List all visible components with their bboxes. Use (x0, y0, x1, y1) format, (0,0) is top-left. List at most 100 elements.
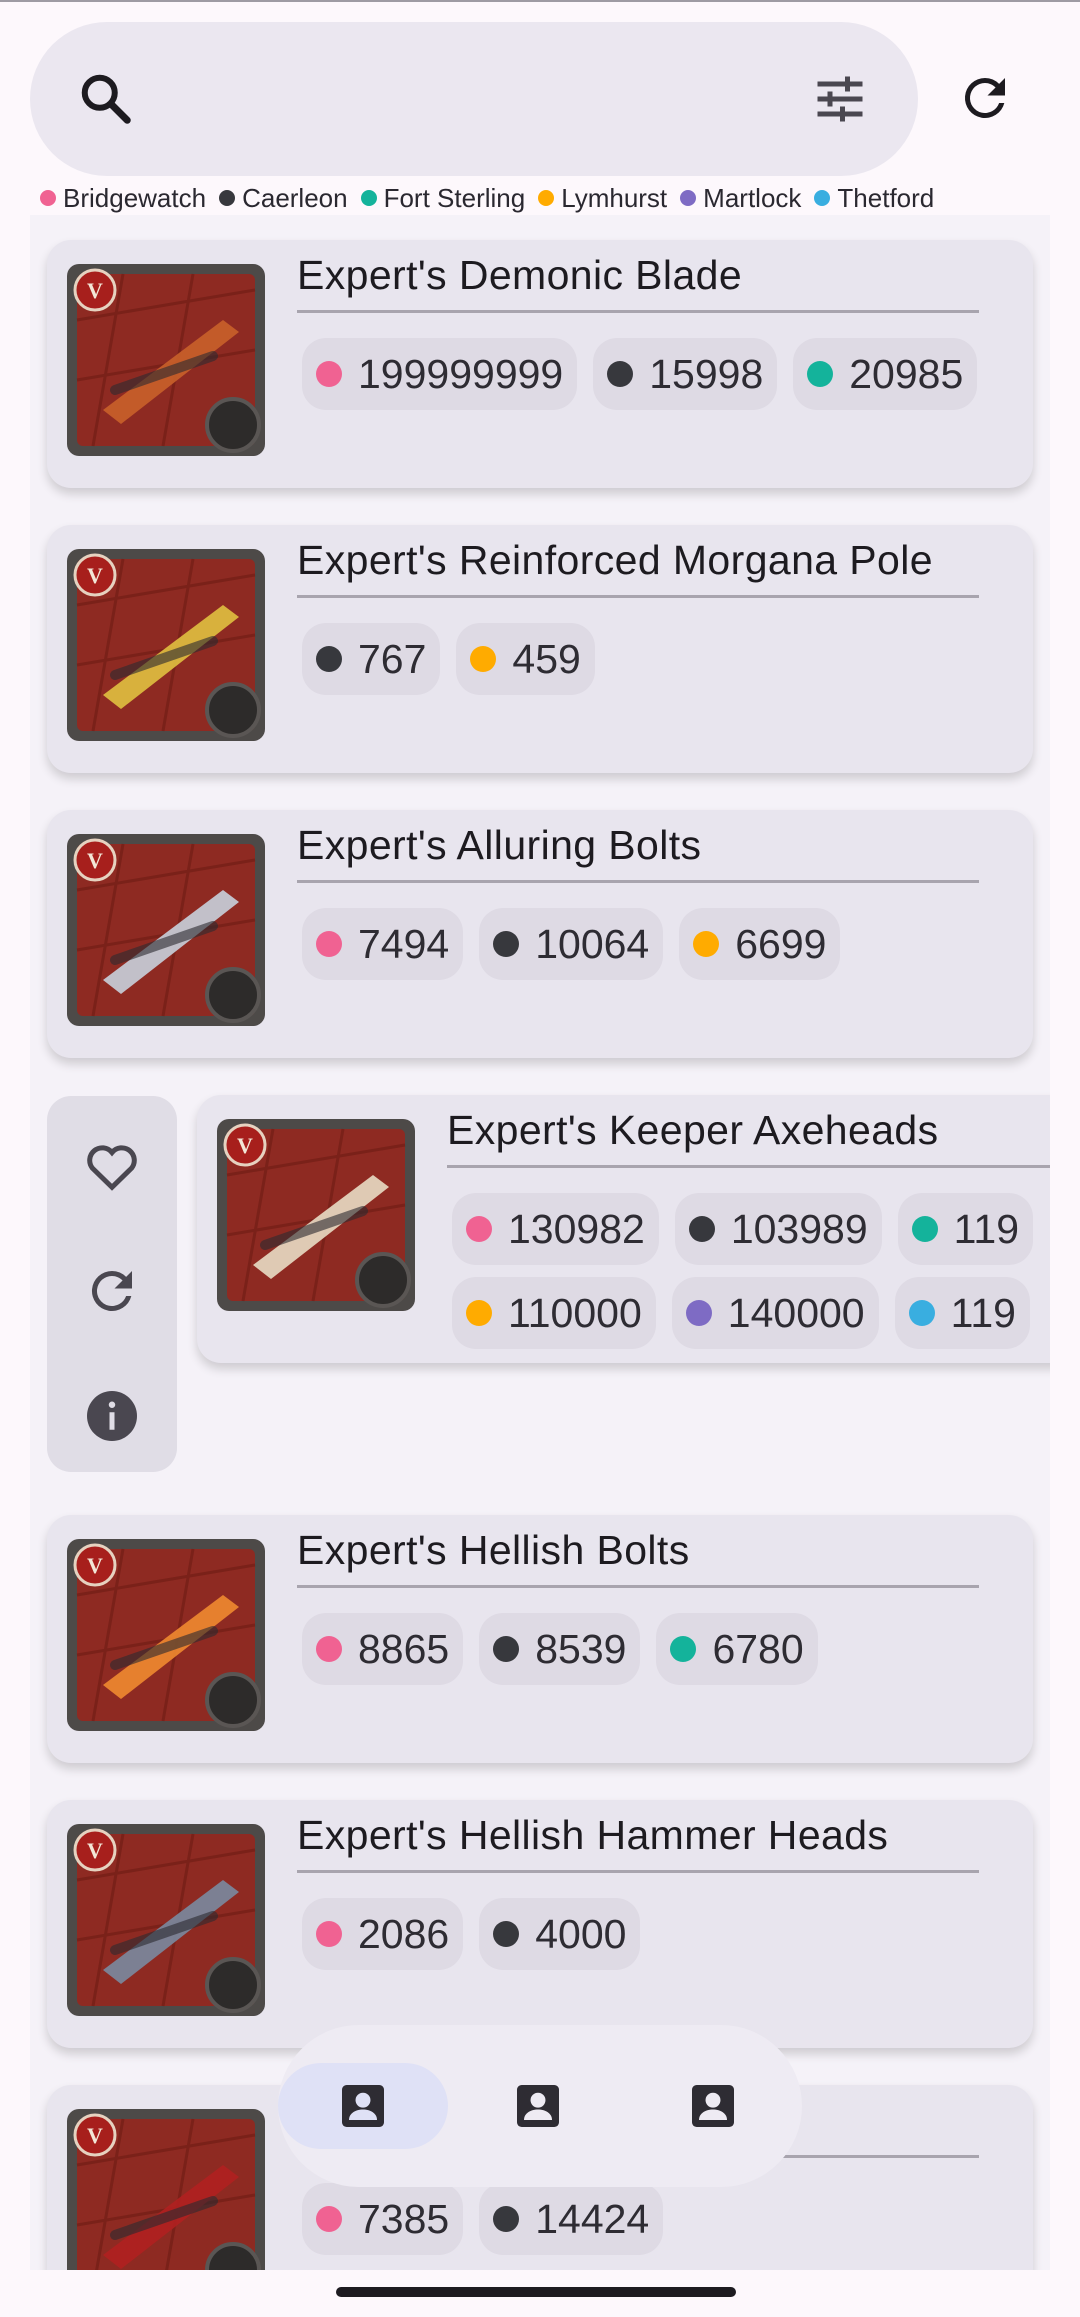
info-icon[interactable] (82, 1386, 142, 1446)
price-value: 2086 (358, 1910, 450, 1957)
city-color-dot (688, 1216, 715, 1242)
city-color-dot (670, 1636, 697, 1662)
nav-tab-3[interactable] (628, 2063, 798, 2149)
legend-item: Bridgewatch (40, 183, 206, 214)
city-color-dot (316, 1921, 342, 1947)
price-chip: 20985 (793, 338, 978, 410)
legend-item: Thetford (814, 183, 934, 214)
price-chip: 6780 (656, 1613, 818, 1685)
divider (297, 310, 979, 313)
heart-outline-icon[interactable] (82, 1136, 142, 1196)
item-thumbnail: V (63, 2105, 269, 2270)
price-value: 7385 (358, 2195, 450, 2242)
legend-city-label: Lymhurst (561, 182, 668, 213)
legend-item: Lymhurst (538, 183, 667, 214)
price-value: 4000 (535, 1910, 627, 1957)
nav-tab-2[interactable] (453, 2063, 623, 2149)
price-chip: 2086 (302, 1898, 464, 1970)
price-value: 119 (953, 1205, 1020, 1252)
price-value: 14424 (535, 2195, 650, 2242)
item-card[interactable]: V Expert's Demonic Blade 199999999 15998 209… (47, 240, 1033, 488)
item-card[interactable]: V Expert's Hellish Hammer Heads 2086 4000 (47, 1800, 1033, 2048)
price-value: 10064 (535, 920, 650, 967)
price-chips: 767 459 (302, 623, 611, 695)
price-chip: 14424 (479, 2183, 664, 2255)
svg-text:V: V (87, 563, 103, 588)
price-value: 103989 (730, 1205, 868, 1252)
svg-text:V: V (87, 2123, 103, 2148)
city-color-dot (466, 1300, 492, 1326)
price-chip: 8865 (302, 1613, 464, 1685)
legend-city-label: Thetford (837, 182, 935, 213)
city-color-dot (814, 190, 831, 206)
price-chips: 7494 10064 6699 (302, 908, 856, 980)
price-value: 20985 (849, 350, 964, 397)
price-chip: 7494 (302, 908, 464, 980)
divider (297, 1585, 979, 1588)
divider (297, 595, 979, 598)
legend-item: Fort Sterling (360, 182, 526, 214)
price-value: 459 (512, 635, 581, 682)
city-color-dot (316, 646, 342, 672)
search-icon[interactable] (76, 69, 136, 129)
divider (447, 1165, 1050, 1168)
item-name: Expert's Alluring Bolts (297, 822, 702, 868)
home-indicator[interactable] (336, 2287, 736, 2297)
price-value: 130982 (508, 1205, 645, 1252)
city-color-dot (360, 190, 377, 206)
city-color-dot (493, 2206, 520, 2232)
divider (297, 880, 979, 883)
price-value: 6699 (735, 920, 827, 967)
item-card[interactable]: V Expert's Reinforced Morgana Pole 767 459 (47, 525, 1033, 773)
svg-text:V: V (87, 1553, 103, 1578)
refresh-icon[interactable] (955, 68, 1015, 128)
account-box-icon (517, 2085, 559, 2127)
city-color-dot (685, 1300, 712, 1326)
city-color-dot (466, 1216, 492, 1242)
item-list[interactable]: V Expert's Demonic Blade 199999999 15998 209… (30, 215, 1050, 2270)
city-color-dot (493, 1921, 520, 1947)
legend-city-label: Martlock (703, 182, 802, 213)
city-color-dot (470, 646, 497, 672)
tune-icon[interactable] (810, 69, 870, 129)
price-chips: 130982 103989 119 (452, 1193, 1049, 1265)
price-value: 8865 (358, 1625, 450, 1672)
legend-city-label: Fort Sterling (383, 182, 526, 213)
svg-text:V: V (87, 278, 103, 303)
city-color-dot (538, 190, 555, 206)
price-value: 7494 (358, 920, 450, 967)
price-chip: 199999999 (302, 338, 578, 410)
city-color-dot (493, 1636, 520, 1662)
city-color-dot (316, 2206, 342, 2232)
search-bar[interactable] (30, 22, 918, 176)
price-chip: 10064 (479, 908, 664, 980)
legend-city-label: Bridgewatch (63, 182, 207, 213)
price-chip: 7385 (302, 2183, 464, 2255)
price-chips: 199999999 15998 20985 (302, 338, 993, 410)
svg-text:V: V (237, 1133, 253, 1158)
refresh-icon[interactable] (82, 1261, 142, 1321)
city-color-dot (693, 931, 720, 957)
price-chip: 110000 (452, 1277, 656, 1349)
nav-tab-1[interactable] (278, 2063, 448, 2149)
price-value: 140000 (727, 1289, 865, 1336)
price-value: 119 (950, 1289, 1016, 1336)
price-value: 8539 (535, 1625, 627, 1672)
account-box-icon (342, 2085, 384, 2127)
item-thumbnail: V (63, 1820, 269, 2020)
status-line (0, 0, 1080, 2)
item-name: Expert's Demonic Blade (297, 252, 743, 298)
city-color-dot (316, 931, 342, 957)
item-name: Expert's Keeper Axeheads (447, 1107, 939, 1153)
account-box-icon (692, 2085, 734, 2127)
city-color-dot (908, 1300, 935, 1326)
item-card[interactable]: V Expert's Hellish Bolts 8865 8539 6780 (47, 1515, 1033, 1763)
item-card[interactable]: V Expert's Keeper Axeheads 130982 103989 119… (197, 1095, 1050, 1363)
item-card[interactable]: V Expert's Alluring Bolts 7494 10064 6699 (47, 810, 1033, 1058)
city-legend: Bridgewatch Caerleon Fort Sterling Lymhurst… (40, 183, 1080, 213)
item-name: Expert's Reinforced Morgana Pole (297, 537, 933, 583)
price-chip: 8539 (479, 1613, 641, 1685)
swipe-actions (47, 1096, 177, 1472)
city-color-dot (911, 1216, 938, 1242)
price-chip: 130982 (452, 1193, 659, 1265)
